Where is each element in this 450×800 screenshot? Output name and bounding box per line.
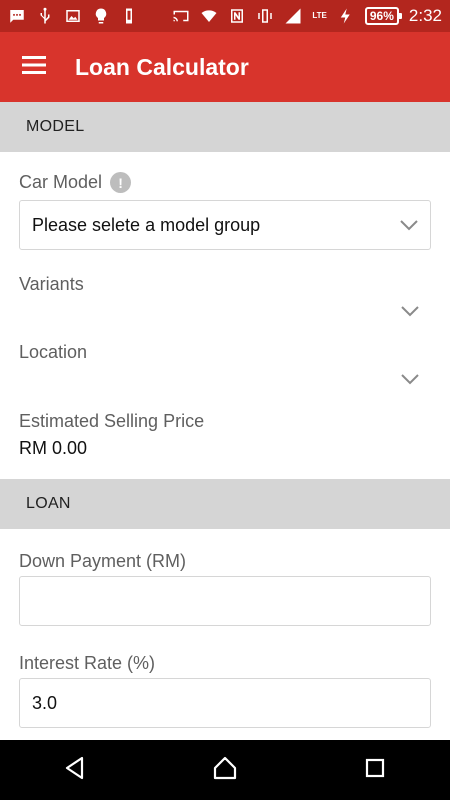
back-button[interactable] [35,740,115,800]
vibrate-icon [256,7,274,25]
chevron-down-icon [401,304,419,322]
car-model-label: Car Model ! [19,172,431,193]
back-icon [62,755,88,786]
home-icon [212,755,238,786]
navigation-bar [0,740,450,800]
interest-rate-field: Interest Rate (%) 3.0 [0,653,450,728]
down-payment-field: Down Payment (RM) [0,551,450,626]
home-button[interactable] [185,740,265,800]
price-label: Estimated Selling Price [19,411,205,431]
chevron-down-icon [401,372,419,390]
price-value: RM 0.00 [19,438,88,458]
phone-icon [120,7,138,25]
wifi-icon [200,7,218,25]
page-title: Loan Calculator [75,53,249,80]
car-model-selected: Please selete a model group [32,214,261,235]
interest-rate-label: Interest Rate (%) [19,653,156,673]
notification-icons [8,7,138,25]
variants-label: Variants [19,274,84,294]
menu-button[interactable] [0,32,70,102]
recents-icon [362,755,388,786]
signal-icon [284,7,302,25]
interest-rate-input[interactable]: 3.0 [19,678,431,728]
info-icon[interactable]: ! [110,172,132,193]
car-model-field: Car Model ! Please selete a model group [0,172,450,250]
usb-icon [36,7,54,25]
nfc-icon [228,7,246,25]
down-payment-label: Down Payment (RM) [19,551,187,571]
location-field: Location [0,342,450,399]
section-header-model: MODEL [0,102,450,152]
clock: 2:32 [408,6,442,25]
chat-icon [8,7,26,25]
car-model-select[interactable]: Please selete a model group [19,200,431,250]
charging-icon [337,7,355,25]
location-select[interactable] [19,363,431,399]
variants-field: Variants [0,274,450,331]
loan-form: MODEL Car Model ! Please selete a model … [0,102,450,740]
status-bar: LTE 96% 2:32 [0,0,450,32]
down-payment-input[interactable] [19,576,431,626]
chevron-down-icon [400,215,418,236]
cast-icon [172,7,190,25]
system-icons: LTE 96% 2:32 [172,6,442,26]
location-label: Location [19,342,88,362]
app-bar: Loan Calculator [0,32,450,102]
recents-button[interactable] [335,740,415,800]
lightbulb-icon [92,7,110,25]
price-field: Estimated Selling Price RM 0.00 [0,411,450,459]
section-header-loan: LOAN [0,479,450,529]
network-type: LTE [312,11,327,20]
image-icon [64,7,82,25]
battery-indicator: 96% [364,7,402,25]
hamburger-menu-icon [22,55,48,80]
variants-select[interactable] [19,295,431,331]
